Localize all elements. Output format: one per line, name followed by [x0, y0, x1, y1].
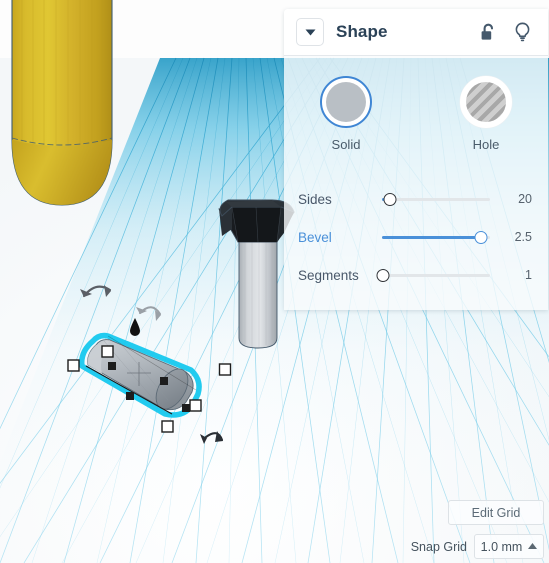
- snap-grid-control: Snap Grid 1.0 mm: [411, 534, 544, 559]
- shape-inspector-panel: Shape Solid Hole Sides 20 Bevel 2.5 Segm…: [284, 9, 548, 310]
- hole-hatched-swatch: [460, 76, 512, 128]
- bevel-slider[interactable]: [382, 228, 490, 246]
- bevel-label: Bevel: [298, 229, 332, 245]
- shape-panel-body: Solid Hole Sides 20 Bevel 2.5 Segments 1: [284, 56, 548, 310]
- segments-label: Segments: [298, 267, 359, 283]
- sides-label: Sides: [298, 191, 332, 207]
- bevel-value: 2.5: [514, 230, 532, 244]
- segments-slider[interactable]: [376, 266, 490, 284]
- snap-grid-value: 1.0 mm: [480, 539, 523, 554]
- object-yellow-cylinder: [11, 0, 113, 206]
- caret-up-icon: [528, 543, 538, 549]
- edit-grid-label: Edit Grid: [471, 505, 521, 520]
- snap-grid-label: Snap Grid: [410, 539, 467, 554]
- panel-title: Shape: [336, 22, 388, 41]
- slider-row-sides: Sides 20: [298, 180, 532, 218]
- slider-row-segments: Segments 1: [298, 256, 532, 294]
- collapse-panel-button[interactable]: [296, 18, 324, 46]
- segments-value: 1: [525, 268, 532, 282]
- shape-mode-row: Solid Hole: [284, 70, 548, 154]
- shape-mode-solid[interactable]: Solid: [313, 76, 379, 152]
- slider-row-bevel: Bevel 2.5: [298, 218, 532, 256]
- chevron-down-icon: [305, 29, 315, 35]
- lightbulb-icon[interactable]: [510, 20, 534, 44]
- solid-label: Solid: [331, 137, 361, 152]
- sides-slider[interactable]: [382, 190, 490, 208]
- edit-grid-button[interactable]: Edit Grid: [448, 500, 544, 525]
- sides-value: 20: [518, 192, 532, 206]
- shape-mode-hole[interactable]: Hole: [453, 76, 519, 152]
- hole-label: Hole: [472, 137, 500, 152]
- shape-panel-header: Shape: [284, 9, 548, 56]
- solid-circle-swatch: [320, 76, 372, 128]
- unlock-icon[interactable]: [476, 20, 500, 44]
- snap-grid-dropdown[interactable]: 1.0 mm: [474, 534, 544, 559]
- shape-parameter-sliders: Sides 20 Bevel 2.5 Segments 1: [284, 180, 548, 294]
